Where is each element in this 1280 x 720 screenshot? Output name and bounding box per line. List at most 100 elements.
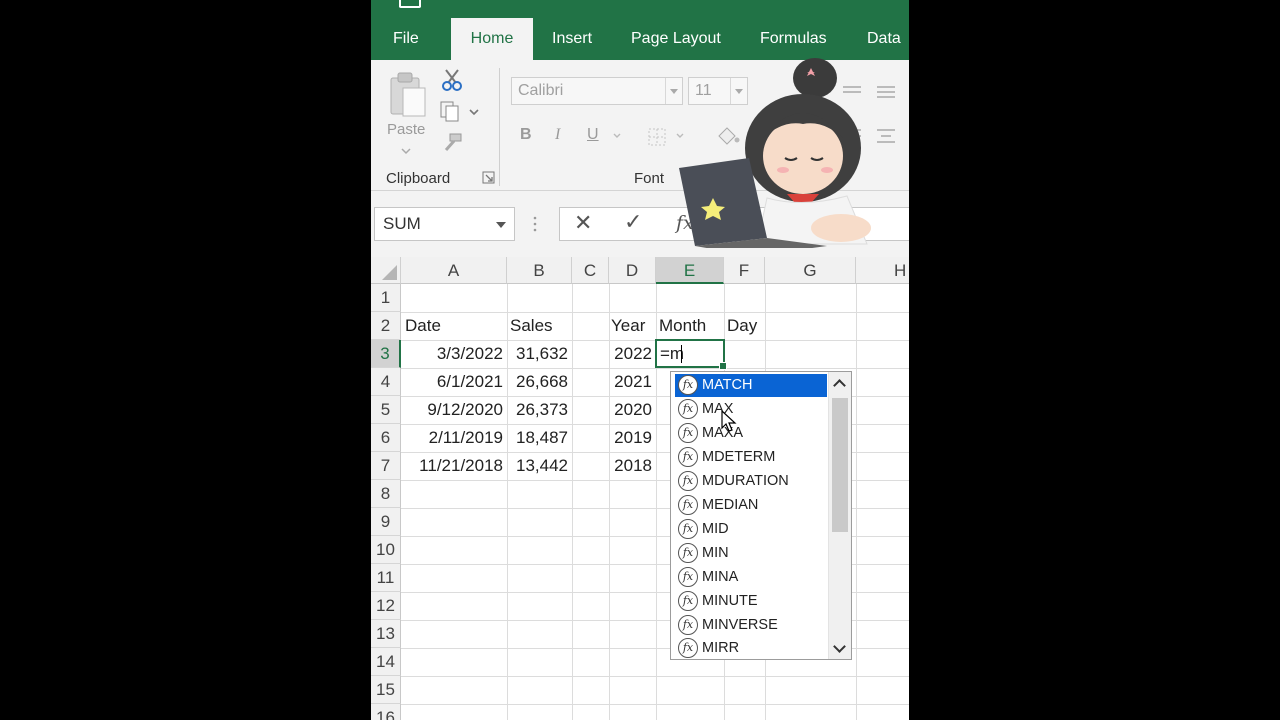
cell-date[interactable]: 9/12/2020 <box>401 396 503 424</box>
autocomplete-item-maxa[interactable]: fx MAXA <box>675 422 827 445</box>
row-header[interactable]: 9 <box>371 508 401 536</box>
font-name-combo[interactable]: Calibri <box>511 77 683 105</box>
font-name-value: Calibri <box>518 82 564 99</box>
enter-icon[interactable]: ✓ <box>624 209 642 235</box>
autocomplete-item-match[interactable]: fx MATCH <box>675 374 827 397</box>
autocomplete-item-mid[interactable]: fx MID <box>675 518 827 541</box>
active-cell-e3[interactable]: =m <box>655 339 727 370</box>
column-header-b[interactable]: B <box>507 257 572 284</box>
gridline <box>401 312 909 313</box>
function-autocomplete-list[interactable]: fx MATCH fx MAX fx MAXA fx MDETERM fx MD… <box>670 371 852 660</box>
autocomplete-item-min[interactable]: fx MIN <box>675 542 827 565</box>
cancel-icon[interactable]: ✕ <box>574 210 592 236</box>
row-header[interactable]: 7 <box>371 452 401 480</box>
font-group-label: Font <box>634 170 665 187</box>
row-header[interactable]: 4 <box>371 368 401 396</box>
autocomplete-item-label: MINA <box>702 569 739 585</box>
column-header-h[interactable]: H <box>856 257 909 284</box>
clipboard-launcher-icon[interactable] <box>482 171 496 185</box>
cell-sales[interactable]: 26,373 <box>507 396 568 424</box>
column-header-f[interactable]: F <box>724 257 765 284</box>
function-icon: fx <box>678 591 698 611</box>
row-header[interactable]: 8 <box>371 480 401 508</box>
row-header[interactable]: 2 <box>371 312 401 340</box>
italic-button[interactable]: I <box>555 126 560 144</box>
paste-dropdown-icon[interactable] <box>399 146 413 156</box>
autocomplete-scrollbar[interactable] <box>828 372 851 659</box>
autocomplete-item-label: MDURATION <box>702 473 789 489</box>
fill-handle[interactable] <box>719 362 727 370</box>
autocomplete-item-label: MINVERSE <box>702 617 778 633</box>
cell-date[interactable]: 2/11/2019 <box>401 424 503 452</box>
function-icon: fx <box>678 447 698 467</box>
name-box[interactable]: SUM <box>374 207 515 241</box>
format-painter-icon[interactable] <box>441 132 465 154</box>
worksheet-grid[interactable]: A B C D E F G H 1 2 3 4 5 6 7 8 9 10 11 … <box>371 257 909 720</box>
autocomplete-item-median[interactable]: fx MEDIAN <box>675 494 827 517</box>
cell-e2[interactable]: Month <box>659 312 706 340</box>
save-icon[interactable] <box>399 0 421 8</box>
cell-sales[interactable]: 18,487 <box>507 424 568 452</box>
column-header-c[interactable]: C <box>572 257 609 284</box>
cut-icon[interactable] <box>441 68 463 92</box>
bold-button[interactable]: B <box>520 126 532 144</box>
autocomplete-item-mina[interactable]: fx MINA <box>675 566 827 589</box>
row-header[interactable]: 11 <box>371 564 401 592</box>
tab-home[interactable]: Home <box>451 18 533 60</box>
tab-insert[interactable]: Insert <box>552 18 592 60</box>
cell-date[interactable]: 6/1/2021 <box>401 368 503 396</box>
column-header-a[interactable]: A <box>401 257 507 284</box>
cell-year[interactable]: 2019 <box>609 424 652 452</box>
function-icon: fx <box>678 399 698 419</box>
autocomplete-item-minverse[interactable]: fx MINVERSE <box>675 614 827 637</box>
row-header[interactable]: 12 <box>371 592 401 620</box>
column-header-e[interactable]: E <box>656 257 724 284</box>
autocomplete-item-minute[interactable]: fx MINUTE <box>675 590 827 613</box>
function-icon: fx <box>678 519 698 539</box>
chevron-down-icon[interactable] <box>833 640 846 653</box>
column-header-d[interactable]: D <box>609 257 656 284</box>
tab-file[interactable]: File <box>393 18 419 60</box>
underline-button[interactable]: U <box>587 126 599 144</box>
cell-f2[interactable]: Day <box>727 312 757 340</box>
row-header[interactable]: 13 <box>371 620 401 648</box>
row-header-selected[interactable]: 3 <box>371 340 401 368</box>
row-header[interactable]: 1 <box>371 284 401 312</box>
cell-sales[interactable]: 26,668 <box>507 368 568 396</box>
cell-sales[interactable]: 31,632 <box>507 340 568 368</box>
column-header-g[interactable]: G <box>765 257 856 284</box>
cell-d2[interactable]: Year <box>611 312 645 340</box>
scrollbar-thumb[interactable] <box>832 398 848 532</box>
function-icon: fx <box>678 543 698 563</box>
gridline <box>572 284 573 720</box>
autocomplete-item-mduration[interactable]: fx MDURATION <box>675 470 827 493</box>
row-header[interactable]: 15 <box>371 676 401 704</box>
copy-icon[interactable] <box>439 100 479 124</box>
function-icon: fx <box>678 495 698 515</box>
select-all-corner[interactable] <box>371 257 401 284</box>
chevron-up-icon[interactable] <box>833 379 846 392</box>
chevron-down-icon[interactable] <box>496 222 506 228</box>
cell-sales[interactable]: 13,442 <box>507 452 568 480</box>
cell-date[interactable]: 11/21/2018 <box>401 452 503 480</box>
cell-a2[interactable]: Date <box>405 312 441 340</box>
paste-icon[interactable] <box>387 70 431 122</box>
gridline <box>856 284 857 720</box>
function-icon: fx <box>678 375 698 395</box>
cell-year[interactable]: 2018 <box>609 452 652 480</box>
row-header[interactable]: 10 <box>371 536 401 564</box>
row-header[interactable]: 14 <box>371 648 401 676</box>
autocomplete-item-max[interactable]: fx MAX <box>675 398 827 421</box>
autocomplete-item-mdeterm[interactable]: fx MDETERM <box>675 446 827 469</box>
cell-year[interactable]: 2021 <box>609 368 652 396</box>
autocomplete-item-mirr[interactable]: fx MIRR <box>675 637 827 660</box>
autocomplete-item-label: MDETERM <box>702 449 776 465</box>
clipboard-group-label: Clipboard <box>386 170 451 187</box>
cell-date[interactable]: 3/3/2022 <box>401 340 503 368</box>
cell-b2[interactable]: Sales <box>510 312 553 340</box>
row-header[interactable]: 5 <box>371 396 401 424</box>
cell-year[interactable]: 2020 <box>609 396 652 424</box>
cell-year[interactable]: 2022 <box>609 340 652 368</box>
row-header[interactable]: 6 <box>371 424 401 452</box>
row-header[interactable]: 16 <box>371 704 401 720</box>
